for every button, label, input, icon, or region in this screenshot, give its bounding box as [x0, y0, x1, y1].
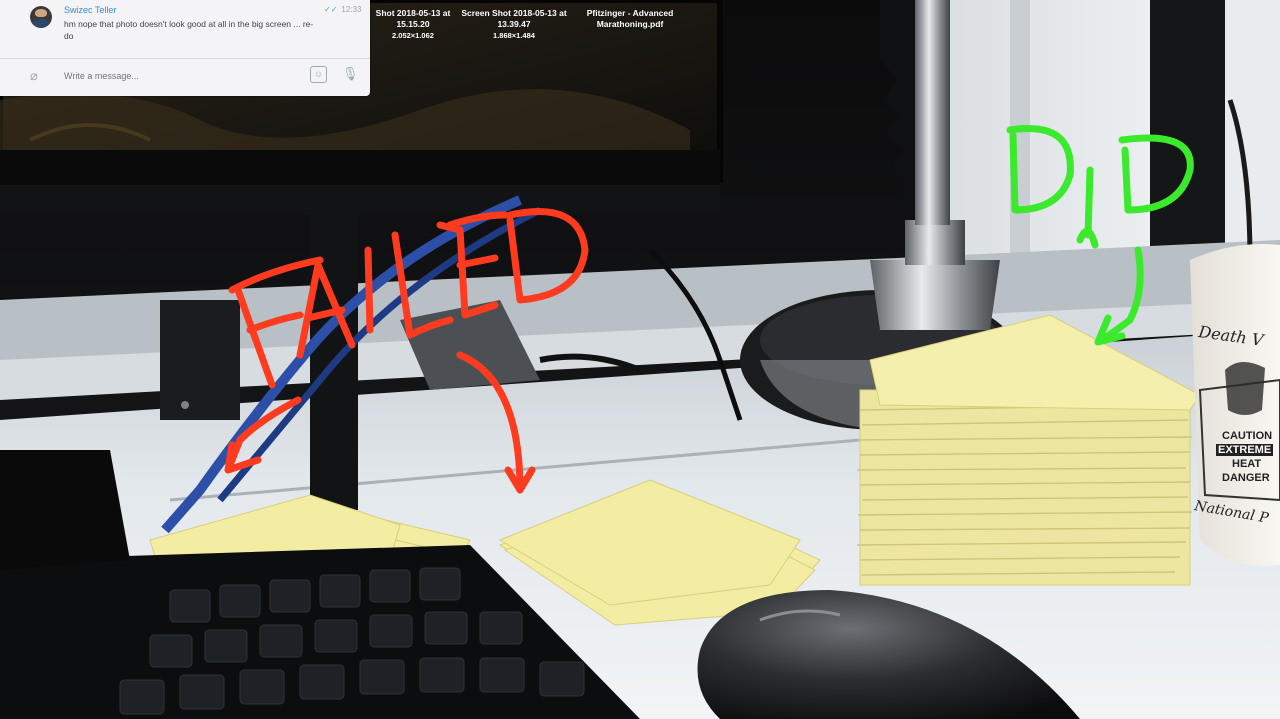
file-name-line1: Shot 2018-05-13 at: [375, 8, 451, 18]
file-name-line2: 15.15.20: [396, 19, 430, 29]
file-name-line1: Screen Shot 2018-05-13 at: [461, 8, 567, 18]
desktop-file-screenshot-2[interactable]: Screen Shot 2018-05-13 at 13.39.47 1.868…: [458, 8, 570, 41]
message-input[interactable]: [64, 71, 294, 81]
desktop-file-screenshot-1[interactable]: Shot 2018-05-13 at 15.15.20 2.052×1.062: [368, 8, 458, 41]
mug-danger: DANGER: [1222, 472, 1270, 484]
chat-time-label: 12:33: [341, 5, 362, 14]
chat-message: hm nope that photo doesn't look good at …: [64, 19, 314, 41]
attachment-icon[interactable]: ⌀: [30, 68, 38, 84]
mug-caution: CAUTION: [1222, 430, 1273, 442]
chat-divider: [0, 58, 370, 59]
desktop-file-pdf[interactable]: Pfitzinger - Advanced Marathoning.pdf: [580, 8, 680, 30]
file-name-line1: Pfitzinger - Advanced: [586, 8, 674, 18]
chat-time: ✓✓ 12:33: [324, 5, 361, 14]
file-size: 1.868×1.484: [493, 31, 535, 40]
photo-scene: Swizec Teller ✓✓ 12:33 hm nope that photo…: [0, 0, 1280, 719]
chat-sender: Swizec Teller: [64, 5, 117, 15]
read-check-icon: ✓✓: [324, 5, 338, 14]
microphone-icon[interactable]: 🎙︎: [342, 66, 359, 82]
chat-window: Swizec Teller ✓✓ 12:33 hm nope that photo…: [0, 0, 370, 96]
desk-photo: [0, 0, 1280, 719]
chat-message-row[interactable]: Swizec Teller ✓✓ 12:33 hm nope that photo…: [0, 0, 370, 58]
emoji-icon[interactable]: ☺: [310, 66, 327, 83]
mug-heat: HEAT: [1232, 458, 1262, 470]
file-size: 2.052×1.062: [392, 31, 434, 40]
file-name-line2: 13.39.47: [497, 19, 531, 29]
avatar: [30, 6, 52, 28]
mug-extreme: EXTREME: [1216, 444, 1274, 456]
file-name-line2: Marathoning.pdf: [596, 19, 664, 29]
